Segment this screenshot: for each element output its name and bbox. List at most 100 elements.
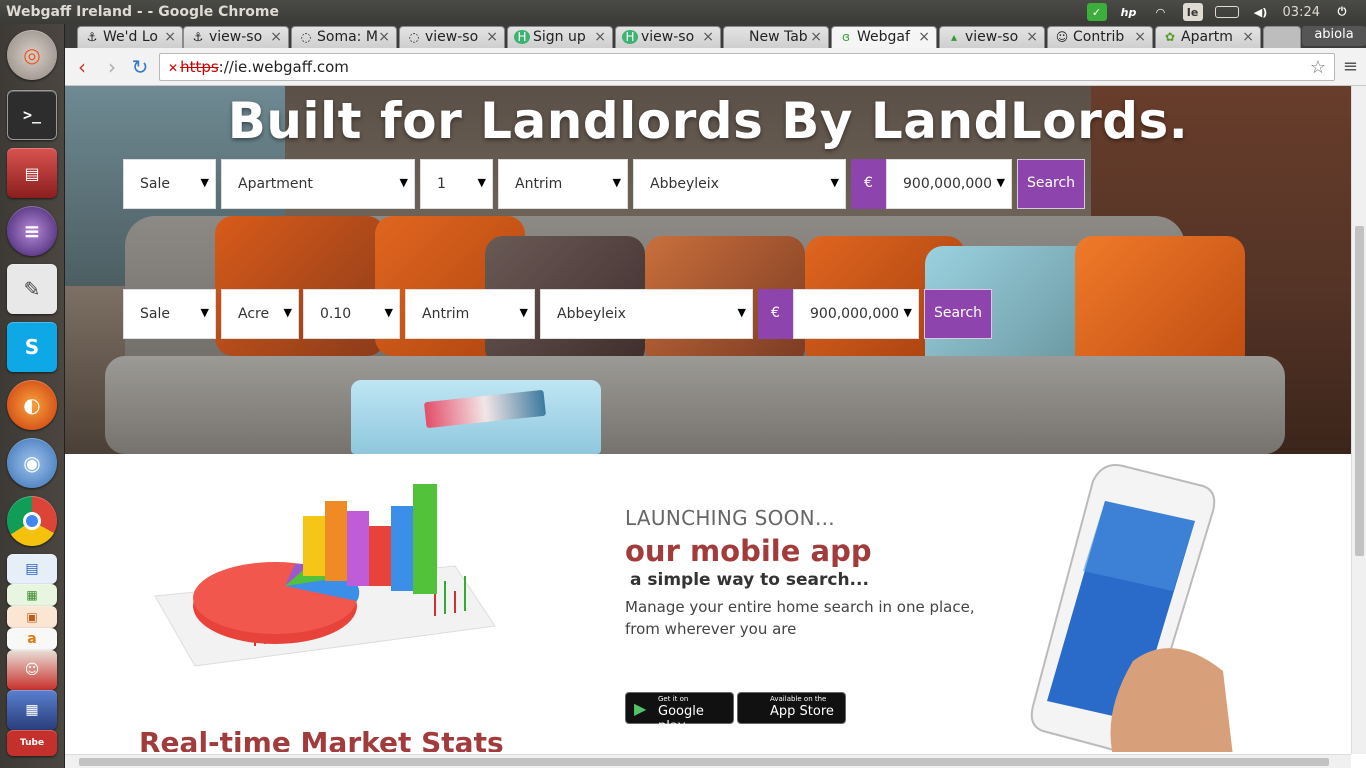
reload-button[interactable]: ↻ <box>127 54 153 80</box>
close-icon[interactable]: × <box>378 29 390 45</box>
tab-3[interactable]: ◌ view-so × <box>399 26 505 48</box>
youtube-icon[interactable]: Tube <box>7 730 57 756</box>
tab-2[interactable]: ◌ Soma: M × <box>291 26 397 48</box>
scrollbar-thumb[interactable] <box>79 758 1329 766</box>
close-icon[interactable]: × <box>810 29 822 45</box>
tab-8[interactable]: ▴ view-so × <box>939 26 1045 48</box>
area-unit-select[interactable]: Acre ▼ <box>221 289 299 339</box>
tab-label: view-so <box>965 29 1019 45</box>
tab-label: Contrib <box>1073 29 1125 45</box>
check-icon[interactable]: ✓ <box>1086 3 1107 21</box>
libreoffice-calc-icon[interactable]: ▦ <box>7 584 57 606</box>
bookmark-star-icon[interactable]: ☆ <box>1310 57 1326 78</box>
select-value: Antrim <box>515 176 563 192</box>
caret-down-icon: ▼ <box>903 306 912 319</box>
tab-label: view-so <box>425 29 479 45</box>
caret-down-icon: ▼ <box>399 176 408 189</box>
scrollbar-thumb[interactable] <box>1355 226 1364 556</box>
text-editor-icon[interactable]: ✎ <box>7 264 57 314</box>
chrome-icon[interactable] <box>7 496 57 546</box>
profile-button[interactable]: abiola <box>1302 26 1366 46</box>
county-select[interactable]: Antrim ▼ <box>405 289 535 339</box>
max-price-select[interactable]: 900,000,000 ▼ <box>793 289 919 339</box>
close-icon[interactable]: × <box>1134 29 1146 45</box>
chrome-menu-icon[interactable]: ≡ <box>1343 56 1358 77</box>
address-bar[interactable]: ✕ https://ie.webgaff.com ☆ <box>159 53 1335 81</box>
new-tab-button[interactable] <box>1263 26 1301 48</box>
amazon-icon[interactable]: a <box>7 628 57 650</box>
keyboard-layout-indicator[interactable]: Ie <box>1182 3 1203 21</box>
clock[interactable]: 03:24 <box>1283 5 1320 20</box>
town-select[interactable]: Abbeyleix ▼ <box>540 289 753 339</box>
select-value: Sale <box>140 306 170 322</box>
listing-type-select[interactable]: Sale ▼ <box>123 159 216 209</box>
close-icon[interactable]: × <box>1026 29 1038 45</box>
close-icon[interactable]: × <box>594 29 606 45</box>
close-icon[interactable]: × <box>164 29 176 45</box>
chart-illustration <box>154 484 496 667</box>
hp-icon[interactable]: hp <box>1119 3 1139 21</box>
tab-4[interactable]: H Sign up × <box>507 26 613 48</box>
eclipse-icon[interactable]: ≡ <box>7 206 57 256</box>
tab-label: Apartm <box>1181 29 1233 45</box>
tab-5[interactable]: Hview-so × <box>615 26 721 48</box>
tab-6[interactable]: New Tab × <box>723 26 829 48</box>
close-icon[interactable]: × <box>702 29 714 45</box>
terminal-icon[interactable]: >_ <box>7 90 57 140</box>
town-select[interactable]: Abbeyleix ▼ <box>633 159 846 209</box>
close-icon[interactable]: × <box>918 29 930 45</box>
anchor-icon: ⚓ <box>86 30 98 44</box>
select-value: Abbeyleix <box>650 176 719 192</box>
land-size-select[interactable]: 0.10 ▼ <box>303 289 400 339</box>
libreoffice-writer-icon[interactable]: ▤ <box>7 554 57 584</box>
tab-10[interactable]: ✿ Apartm × <box>1155 26 1261 48</box>
cat-icon: ☺ <box>1055 30 1069 44</box>
search-button[interactable]: Search <box>1017 159 1085 209</box>
workspaces-icon[interactable]: ▦ <box>7 690 57 730</box>
tab-9[interactable]: ☺ Contrib × <box>1047 26 1153 48</box>
tab-label: view-so <box>641 29 695 45</box>
select-value: Apartment <box>238 176 313 192</box>
file-manager-icon[interactable]: ▤ <box>7 148 57 198</box>
property-type-select[interactable]: Apartment ▼ <box>221 159 415 209</box>
close-icon[interactable]: × <box>270 29 282 45</box>
caret-down-icon: ▼ <box>830 176 839 189</box>
skype-icon[interactable]: S <box>7 322 57 372</box>
tab-1[interactable]: ⚓ view-so × <box>183 26 289 48</box>
h-icon: H <box>514 30 530 44</box>
battery-icon[interactable] <box>1214 6 1239 18</box>
bar-purple <box>347 511 369 586</box>
app-store-button[interactable]: Available on the App Store <box>737 692 846 724</box>
os-top-panel: Webgaff Ireland - - Google Chrome ✓ hp ◠… <box>0 0 1366 24</box>
gear-icon: ✿ <box>1164 30 1176 44</box>
listing-type-select[interactable]: Sale ▼ <box>123 289 216 339</box>
bedrooms-select[interactable]: 1 ▼ <box>420 159 493 209</box>
forward-button[interactable]: › <box>99 54 125 80</box>
volume-icon[interactable]: ◀) <box>1251 3 1271 21</box>
hero-section: Built for Landlords By LandLords. Sale ▼ … <box>65 86 1351 454</box>
power-icon[interactable]: ⏻ <box>1332 3 1352 21</box>
back-button[interactable]: ‹ <box>69 54 95 80</box>
max-price-select[interactable]: 900,000,000 ▼ <box>886 159 1012 209</box>
window-title: Webgaff Ireland - - Google Chrome <box>6 4 279 20</box>
tab-0[interactable]: ⚓ We'd Lo × <box>77 26 183 48</box>
close-icon[interactable]: × <box>486 29 498 45</box>
close-icon[interactable]: × <box>1242 29 1254 45</box>
vertical-scrollbar[interactable] <box>1351 86 1366 754</box>
wifi-icon[interactable]: ◠ <box>1151 3 1171 21</box>
bar-blue <box>391 506 413 591</box>
google-play-button[interactable]: ▶ Get it on Google play <box>625 692 734 734</box>
software-center-icon[interactable]: ☺ <box>7 650 57 690</box>
tab-7-active[interactable]: ɞ Webgaf × <box>831 26 937 48</box>
county-select[interactable]: Antrim ▼ <box>498 159 628 209</box>
firefox-icon[interactable]: ◐ <box>7 380 57 430</box>
currency-label: € <box>758 289 793 339</box>
chromium-icon[interactable]: ◉ <box>7 438 57 488</box>
caret-down-icon: ▼ <box>477 176 486 189</box>
horizontal-scrollbar[interactable] <box>65 754 1351 768</box>
select-value: Sale <box>140 176 170 192</box>
promo-kicker: LAUNCHING SOON... <box>625 506 835 530</box>
libreoffice-impress-icon[interactable]: ▣ <box>7 606 57 628</box>
ubuntu-dash-icon[interactable]: ◎ <box>7 30 57 80</box>
search-button[interactable]: Search <box>924 289 992 339</box>
